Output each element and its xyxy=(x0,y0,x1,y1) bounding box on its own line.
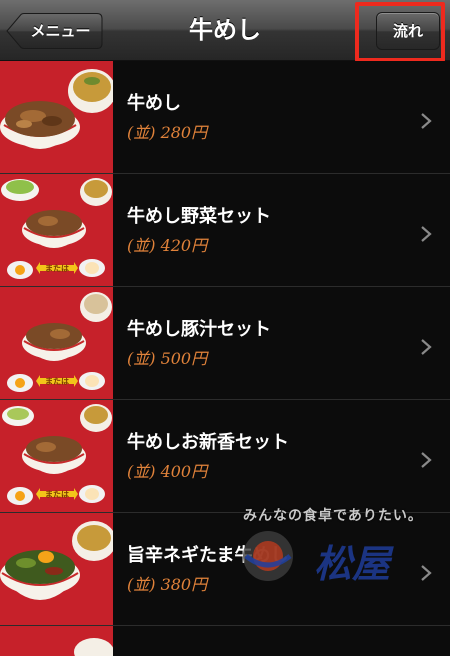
back-button-label: メニュー xyxy=(30,22,91,40)
watermark-brand: 松屋 xyxy=(314,541,391,586)
chevron-right-icon xyxy=(421,226,432,242)
item-price: (並) 280円 xyxy=(127,123,208,142)
brand-logo-icon xyxy=(243,531,293,581)
chevron-right-icon xyxy=(421,565,432,581)
thumb-badge-text: または xyxy=(45,376,69,386)
gyumeshi-oshinko-set-image: または xyxy=(0,400,113,512)
list-item-partial[interactable] xyxy=(0,626,450,656)
chevron-right-icon xyxy=(421,339,432,355)
item-name: 牛めし豚汁セット xyxy=(127,319,271,340)
list-item[interactable]: または 牛めし野菜セット (並) 420円 xyxy=(0,174,450,287)
list-item[interactable]: または 牛めしお新香セット (並) 400円 xyxy=(0,400,450,513)
chevron-right-icon xyxy=(421,452,432,468)
item-price: (並) 380円 xyxy=(127,575,208,594)
item-name: 牛めし xyxy=(127,93,181,114)
list-item[interactable]: 牛めし (並) 280円 xyxy=(0,61,450,174)
page-title: 牛めし xyxy=(189,16,261,44)
annotation-highlight-box xyxy=(355,2,445,62)
back-button[interactable]: メニュー xyxy=(6,13,103,49)
item-name: 牛めしお新香セット xyxy=(127,432,289,453)
negitama-gyumeshi-bowl-image xyxy=(0,513,113,625)
item-price: (並) 500円 xyxy=(127,349,208,368)
item-name: 牛めし野菜セット xyxy=(127,206,271,227)
gyumeshi-salad-set-image: または xyxy=(0,174,113,286)
gyumeshi-bowl-with-miso-image xyxy=(0,61,113,173)
item-price: (並) 400円 xyxy=(127,462,208,481)
watermark-tagline: みんなの食卓でありたい。 xyxy=(243,508,423,524)
item-price: (並) 420円 xyxy=(127,236,208,255)
thumb-badge-text: または xyxy=(45,489,69,499)
chevron-right-icon xyxy=(421,113,432,129)
thumb-badge-text: または xyxy=(45,263,69,273)
list-item[interactable]: または 牛めし豚汁セット (並) 500円 xyxy=(0,287,450,400)
gyumeshi-tonjiru-set-image: または xyxy=(0,287,113,399)
next-item-image xyxy=(0,626,113,656)
